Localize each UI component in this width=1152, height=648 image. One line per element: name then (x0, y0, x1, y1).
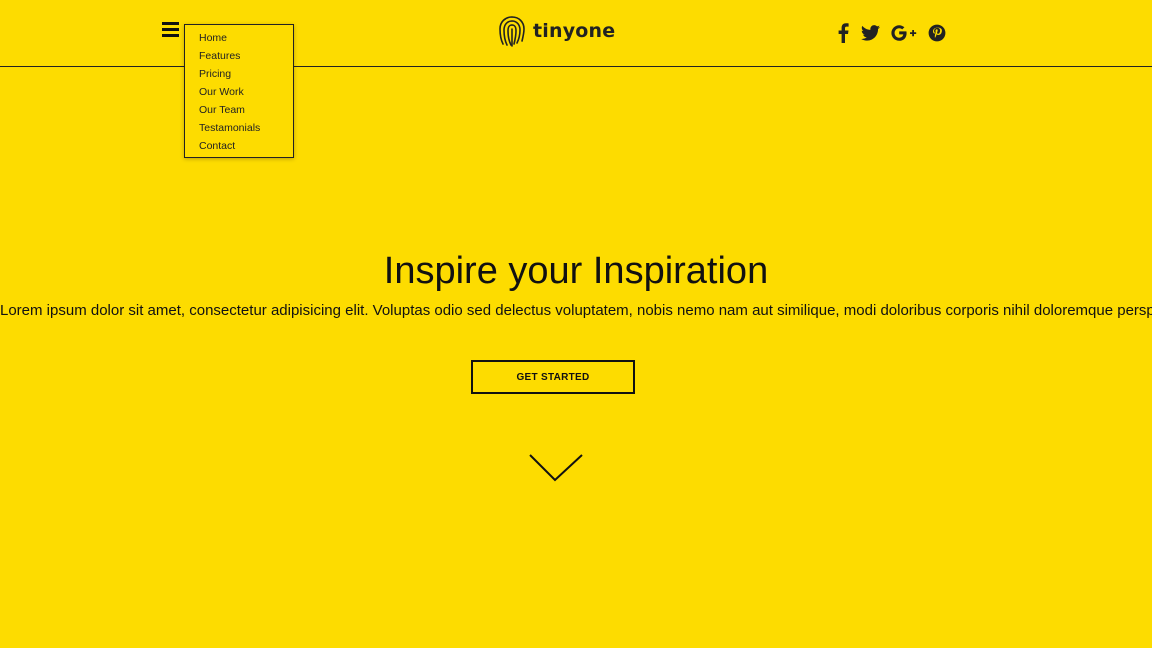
pinterest-icon[interactable] (927, 21, 947, 45)
brand-name: tinyone (533, 20, 616, 42)
brand-logo[interactable]: tinyone (497, 15, 615, 47)
twitter-icon[interactable] (860, 21, 880, 45)
google-plus-icon[interactable] (890, 21, 918, 45)
nav-dropdown-menu: Home Features Pricing Our Work Our Team … (184, 24, 294, 158)
hero-description: Lorem ipsum dolor sit amet, consectetur … (0, 302, 1152, 319)
menu-item-pricing[interactable]: Pricing (199, 68, 231, 80)
chevron-down-icon[interactable] (528, 452, 584, 484)
get-started-button[interactable]: GET STARTED (471, 360, 635, 394)
hamburger-menu-icon[interactable] (162, 22, 182, 42)
menu-item-home[interactable]: Home (199, 32, 227, 44)
menu-item-contact[interactable]: Contact (199, 140, 235, 152)
hero-title: Inspire your Inspiration (383, 250, 769, 292)
menu-item-features[interactable]: Features (199, 50, 240, 62)
menu-item-testamonials[interactable]: Testamonials (199, 122, 260, 134)
facebook-icon[interactable] (836, 21, 850, 45)
menu-item-our-work[interactable]: Our Work (199, 86, 244, 98)
site-header: tinyone (0, 0, 1152, 67)
fingerprint-icon (499, 16, 525, 47)
menu-item-our-team[interactable]: Our Team (199, 104, 245, 116)
